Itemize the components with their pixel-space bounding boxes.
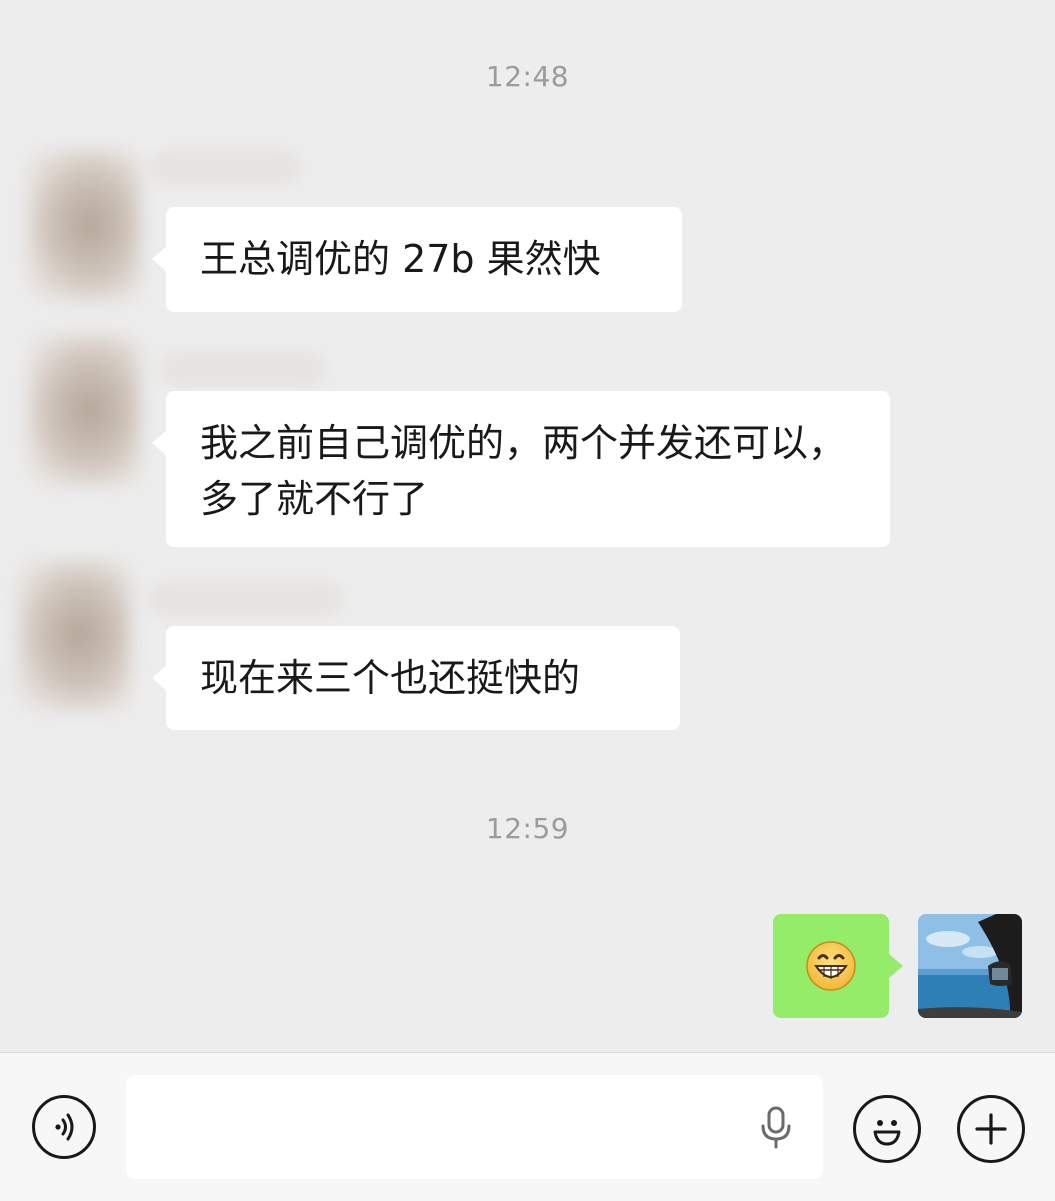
timestamp: 12:59 <box>485 812 570 845</box>
sender-name <box>148 582 343 616</box>
message-text: 现在来三个也还挺快的 <box>200 656 581 700</box>
sender-name <box>160 352 325 386</box>
avatar[interactable] <box>28 150 140 300</box>
my-avatar[interactable] <box>918 914 1022 1018</box>
microphone-icon[interactable] <box>756 1105 796 1151</box>
message-input[interactable] <box>126 1075 823 1179</box>
grin-emoji-icon <box>806 941 856 991</box>
plus-icon <box>975 1113 1007 1145</box>
message-text: 王总调优的 27b 果然快 <box>200 237 601 281</box>
sender-name <box>150 150 300 184</box>
outgoing-message-bubble[interactable] <box>773 914 903 1018</box>
message-text: 我之前自己调优的，两个并发还可以，多了就不行了 <box>200 421 847 521</box>
avatar-photo <box>918 914 1022 1018</box>
message-bubble[interactable]: 王总调优的 27b 果然快 <box>152 207 682 312</box>
more-functions-button[interactable] <box>957 1095 1025 1163</box>
message-bubble[interactable]: 现在来三个也还挺快的 <box>152 626 680 730</box>
avatar[interactable] <box>18 560 130 710</box>
smiley-icon <box>873 1120 901 1146</box>
message-bubble[interactable]: 我之前自己调优的，两个并发还可以，多了就不行了 <box>152 391 890 547</box>
timestamp: 12:48 <box>485 60 570 93</box>
voice-input-button[interactable] <box>32 1095 96 1159</box>
avatar[interactable] <box>28 335 140 485</box>
voice-icon <box>55 1113 74 1141</box>
input-bar <box>0 1052 1055 1201</box>
emoji-button[interactable] <box>853 1095 921 1163</box>
